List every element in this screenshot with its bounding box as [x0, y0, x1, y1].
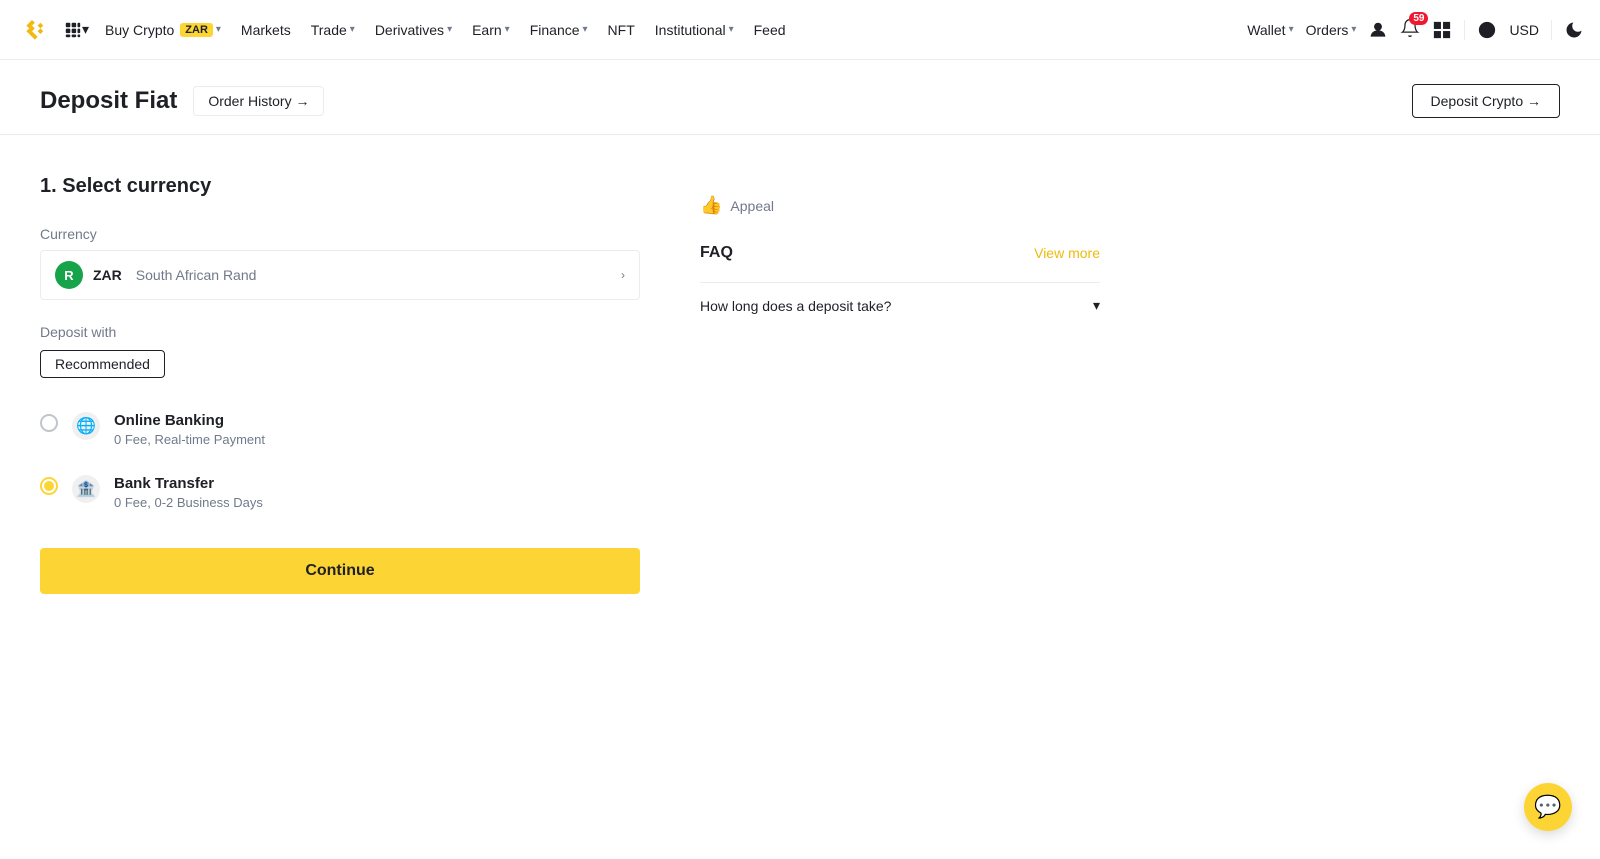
nav-item-markets[interactable]: Markets — [233, 18, 299, 42]
logo[interactable] — [16, 14, 48, 46]
payment-option-online-banking[interactable]: 🌐 Online Banking 0 Fee, Real-time Paymen… — [40, 398, 640, 461]
bank-transfer-icon: 🏦 — [72, 475, 100, 503]
nav-item-nft[interactable]: NFT — [600, 18, 643, 42]
currency-name: South African Rand — [136, 267, 257, 283]
faq-question: How long does a deposit take? — [700, 298, 891, 314]
nav-label-buy-crypto: Buy Crypto — [105, 22, 174, 38]
nav-grid-icon[interactable]: ▾ — [64, 21, 89, 39]
nav-label-nft: NFT — [608, 22, 635, 38]
wallet-caret: ▾ — [1289, 24, 1294, 35]
nav-label-finance: Finance — [530, 22, 580, 38]
currency-selector[interactable]: USD — [1509, 22, 1539, 38]
wallet-label: Wallet — [1247, 22, 1285, 38]
appeal-row: 👍 Appeal — [700, 195, 1100, 216]
right-panel: 👍 Appeal FAQ View more How long does a d… — [700, 175, 1100, 594]
nav-label-earn: Earn — [472, 22, 502, 38]
faq-chevron-icon: ▾ — [1093, 297, 1100, 314]
nav-right: Wallet ▾ Orders ▾ 59 USD — [1247, 18, 1584, 41]
nav-item-trade[interactable]: Trade ▾ — [303, 18, 363, 42]
faq-header: FAQ View more — [700, 244, 1100, 262]
notification-count: 59 — [1409, 12, 1428, 25]
page-header: Deposit Fiat Order History → Deposit Cry… — [0, 60, 1600, 135]
nav-item-feed[interactable]: Feed — [746, 18, 794, 42]
nav-divider-2 — [1551, 20, 1552, 40]
page-title: Deposit Fiat — [40, 87, 177, 115]
section-title: 1. Select currency — [40, 175, 640, 198]
institutional-caret: ▾ — [729, 24, 734, 35]
appeal-label: Appeal — [730, 198, 774, 214]
earn-caret: ▾ — [505, 24, 510, 35]
nav-items: Buy Crypto ZAR ▾ Markets Trade ▾ Derivat… — [97, 18, 1247, 42]
main-content: 1. Select currency Currency R ZAR South … — [0, 135, 1600, 634]
nav-divider-1 — [1464, 20, 1465, 40]
nav-label-derivatives: Derivatives — [375, 22, 444, 38]
profile-icon[interactable] — [1368, 20, 1388, 40]
faq-item-deposit-time[interactable]: How long does a deposit take? ▾ — [700, 282, 1100, 328]
radio-bank-transfer[interactable] — [40, 477, 58, 495]
page-header-left: Deposit Fiat Order History → — [40, 86, 324, 116]
orders-caret: ▾ — [1351, 24, 1356, 35]
nav-item-derivatives[interactable]: Derivatives ▾ — [367, 18, 460, 42]
nav-item-earn[interactable]: Earn ▾ — [464, 18, 518, 42]
online-banking-name: Online Banking — [114, 412, 265, 429]
appeal-icon: 👍 — [700, 195, 722, 216]
nav-label-feed: Feed — [754, 22, 786, 38]
grid-caret: ▾ — [82, 21, 89, 38]
nav-orders[interactable]: Orders ▾ — [1306, 22, 1357, 38]
continue-button[interactable]: Continue — [40, 548, 640, 594]
radio-online-banking[interactable] — [40, 414, 58, 432]
online-banking-info: Online Banking 0 Fee, Real-time Payment — [114, 412, 265, 447]
finance-caret: ▾ — [583, 24, 588, 35]
theme-toggle[interactable] — [1564, 20, 1584, 40]
deposit-with-label: Deposit with — [40, 324, 640, 340]
recommended-tab[interactable]: Recommended — [40, 350, 165, 378]
nav-wallet[interactable]: Wallet ▾ — [1247, 22, 1293, 38]
nav-label-markets: Markets — [241, 22, 291, 38]
trade-caret: ▾ — [350, 24, 355, 35]
deposit-crypto-button[interactable]: Deposit Crypto → — [1412, 84, 1560, 118]
globe-icon[interactable] — [1477, 20, 1497, 40]
nav-item-finance[interactable]: Finance ▾ — [522, 18, 596, 42]
currency-select-left: R ZAR South African Rand — [55, 261, 256, 289]
orders-label: Orders — [1306, 22, 1349, 38]
bank-transfer-name: Bank Transfer — [114, 475, 263, 492]
buy-crypto-caret: ▾ — [216, 24, 221, 35]
currency-dropdown-caret: › — [621, 268, 625, 282]
notifications-button[interactable]: 59 — [1400, 18, 1420, 41]
currency-code: ZAR — [93, 267, 122, 283]
currency-label: USD — [1509, 22, 1539, 38]
derivatives-caret: ▾ — [447, 24, 452, 35]
faq-title: FAQ — [700, 244, 733, 262]
nav-item-institutional[interactable]: Institutional ▾ — [647, 18, 742, 42]
scan-icon[interactable] — [1432, 20, 1452, 40]
view-more-link[interactable]: View more — [1034, 245, 1100, 261]
zar-badge: ZAR — [180, 23, 213, 37]
currency-label: Currency — [40, 226, 640, 242]
nav-item-buy-crypto[interactable]: Buy Crypto ZAR ▾ — [97, 18, 229, 42]
left-panel: 1. Select currency Currency R ZAR South … — [40, 175, 640, 594]
currency-icon: R — [55, 261, 83, 289]
online-banking-detail: 0 Fee, Real-time Payment — [114, 432, 265, 447]
currency-selector-dropdown[interactable]: R ZAR South African Rand › — [40, 250, 640, 300]
bank-transfer-detail: 0 Fee, 0-2 Business Days — [114, 495, 263, 510]
payment-option-bank-transfer[interactable]: 🏦 Bank Transfer 0 Fee, 0-2 Business Days — [40, 461, 640, 524]
order-history-button[interactable]: Order History → — [193, 86, 324, 116]
bank-transfer-info: Bank Transfer 0 Fee, 0-2 Business Days — [114, 475, 263, 510]
nav-label-institutional: Institutional — [655, 22, 726, 38]
navbar: ▾ Buy Crypto ZAR ▾ Markets Trade ▾ Deriv… — [0, 0, 1600, 60]
chat-icon: 💬 — [1534, 794, 1561, 820]
nav-label-trade: Trade — [311, 22, 347, 38]
online-banking-icon: 🌐 — [72, 412, 100, 440]
chat-button[interactable]: 💬 — [1524, 783, 1572, 831]
radio-inner-bank-transfer — [44, 481, 54, 491]
